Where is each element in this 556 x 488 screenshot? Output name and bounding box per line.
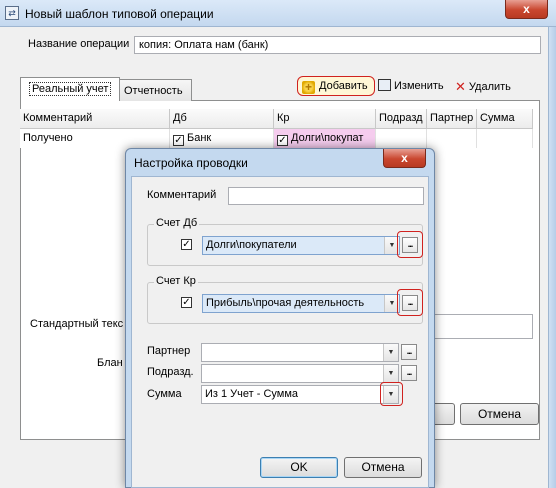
operation-name-input[interactable]: копия: Оплата нам (банк) [134,36,541,54]
comment-input[interactable] [228,187,424,205]
standard-text-label: Стандартный текс [30,318,124,330]
sum-select[interactable]: Из 1 Учет - Сумма ▼ [201,385,399,404]
db-account-group: Счет Дб ✓ Долги\покупатели ▼ ... [147,217,423,266]
db-account-legend: Счет Дб [154,217,200,229]
operation-name-label: Название операции [28,38,130,50]
column-header-comment[interactable]: Комментарий [20,109,170,129]
column-header-partner[interactable]: Партнер [427,109,477,129]
edit-button-label: Изменить [394,80,444,92]
kr-browse-highlight [397,289,423,316]
row-db-value: Банк [187,132,212,144]
tab-real-accounting-label: Реальный учет [29,82,112,96]
main-titlebar: ⇄ Новый шаблон типовой операции [0,0,556,27]
chevron-down-icon: ▼ [383,365,398,382]
partner-select[interactable]: ▼ [201,343,399,362]
row-sum [477,129,533,148]
window-close-button[interactable]: x [505,0,548,19]
standard-text-field[interactable] [423,314,533,339]
main-cancel-button[interactable]: Отмена [460,403,539,425]
row-dept [376,129,427,148]
db-checkbox[interactable]: ✓ [173,135,184,146]
column-header-dept[interactable]: Подразд [376,109,427,129]
column-header-kr[interactable]: Кр [274,109,376,129]
blank-label: Блан [97,357,123,369]
window-frame [548,27,556,488]
kr-account-group: Счет Кр ✓ Прибыль\прочая деятельность ▼ … [147,275,423,324]
edit-button[interactable]: Изменить [378,79,444,92]
add-button[interactable]: + Добавить [297,76,375,96]
tab-reporting[interactable]: Отчетность [115,79,192,101]
entries-grid: Комментарий Дб Кр Подразд Партнер Сумма … [20,109,533,149]
column-header-db[interactable]: Дб [170,109,274,129]
comment-label: Комментарий [147,189,217,201]
sum-label: Сумма [147,388,182,400]
edit-icon [378,79,391,91]
add-button-label: Добавить [319,80,368,92]
kr-account-legend: Счет Кр [154,275,198,287]
kr-account-checkbox[interactable]: ✓ [181,297,192,308]
partner-label: Партнер [147,345,191,357]
row-kr-value: Долги\покупат [291,132,364,144]
window-title: Новый шаблон типовой операции [25,7,214,21]
row-comment: Получено [20,129,170,148]
ok-button[interactable]: OK [260,457,338,478]
tab-real-accounting[interactable]: Реальный учет [20,77,121,101]
grid-header: Комментарий Дб Кр Подразд Партнер Сумма [20,109,533,129]
dialog-close-button[interactable]: x [383,149,426,168]
cancel-button[interactable]: Отмена [344,457,422,478]
sum-dropdown-highlight [380,382,403,406]
table-row[interactable]: Получено ✓ Банк ✓ Долги\покупат [20,129,533,149]
delete-button[interactable]: ✕ Удалить [455,79,511,95]
add-icon: + [302,81,315,94]
partner-browse-button[interactable]: ... [401,344,417,360]
db-account-select[interactable]: Долги\покупатели ▼ [202,236,400,255]
department-label: Подразд. [147,366,194,378]
delete-button-label: Удалить [468,81,511,93]
db-account-value: Долги\покупатели [206,239,297,251]
dialog-title: Настройка проводки [134,156,248,170]
kr-checkbox[interactable]: ✓ [277,135,288,146]
posting-settings-dialog: Настройка проводки x Комментарий Счет Дб… [125,148,435,488]
column-header-sum[interactable]: Сумма [477,109,533,129]
department-select[interactable]: ▼ [201,364,399,383]
app-icon: ⇄ [5,6,19,20]
kr-account-value: Прибыль\прочая деятельность [206,297,365,309]
main-ok-button[interactable] [433,403,455,425]
dialog-body: Комментарий Счет Дб ✓ Долги\покупатели ▼… [131,176,429,488]
db-account-checkbox[interactable]: ✓ [181,239,192,250]
sum-value: Из 1 Учет - Сумма [205,388,299,400]
delete-icon: ✕ [455,79,466,94]
chevron-down-icon: ▼ [383,344,398,361]
department-browse-button[interactable]: ... [401,365,417,381]
row-db: ✓ Банк [170,129,274,148]
db-browse-highlight [397,231,423,258]
row-partner [427,129,477,148]
kr-account-select[interactable]: Прибыль\прочая деятельность ▼ [202,294,400,313]
row-kr: ✓ Долги\покупат [274,129,376,148]
